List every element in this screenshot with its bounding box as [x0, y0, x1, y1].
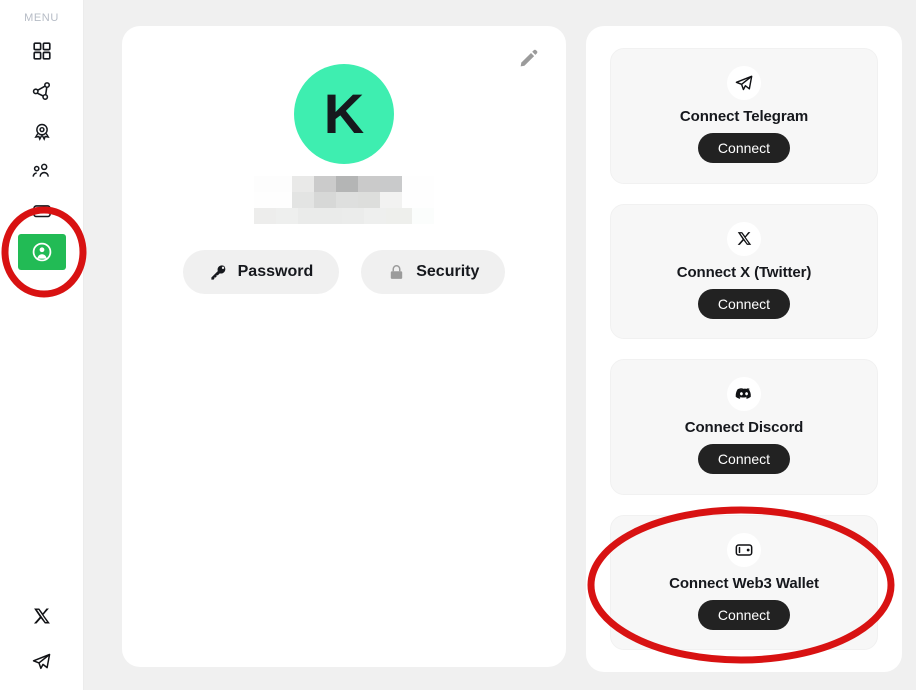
username-redacted	[254, 176, 434, 234]
redaction-row	[254, 192, 434, 208]
profile-card: K Password Security	[122, 26, 566, 667]
password-button-label: Password	[237, 263, 314, 280]
redaction-row	[254, 208, 434, 224]
redaction-block	[314, 192, 336, 208]
redaction-block	[254, 176, 292, 192]
x-twitter-icon	[32, 606, 52, 631]
user-circle-icon	[31, 241, 53, 263]
security-button-label: Security	[416, 263, 480, 280]
redaction-block	[254, 208, 276, 224]
redaction-block	[358, 192, 380, 208]
wallet-icon	[727, 532, 761, 567]
share-network-icon	[31, 80, 53, 102]
x-twitter-icon	[727, 221, 761, 256]
grid-apps-icon	[31, 40, 53, 62]
redaction-block	[254, 192, 292, 208]
redaction-block	[386, 208, 412, 224]
connect-card-title: Connect Telegram	[679, 108, 809, 126]
redaction-block	[342, 208, 364, 224]
sidebar-social-links	[0, 602, 83, 690]
redaction-block	[358, 176, 380, 192]
award-badge-icon	[31, 120, 53, 142]
redaction-block	[336, 192, 358, 208]
connect-card-web3-wallet[interactable]: Connect Web3 Wallet Connect	[610, 514, 878, 650]
sidebar-item-referrals[interactable]	[18, 154, 66, 188]
redaction-block	[292, 192, 314, 208]
redaction-block	[402, 176, 434, 192]
edit-profile-button[interactable]	[514, 44, 544, 74]
connect-card-telegram[interactable]: Connect Telegram Connect	[610, 48, 878, 184]
menu-label: MENU	[24, 12, 59, 24]
connect-discord-button[interactable]: Connect	[697, 444, 791, 475]
redaction-block	[364, 208, 386, 224]
redaction-block	[292, 176, 314, 192]
avatar: K	[294, 64, 394, 164]
sidebar-item-network[interactable]	[18, 74, 66, 108]
users-group-icon	[30, 160, 53, 183]
sidebar-social-twitter-x[interactable]	[22, 602, 62, 634]
key-icon	[209, 263, 228, 282]
redaction-block	[380, 176, 402, 192]
redaction-block	[380, 192, 402, 208]
connect-card-title: Connect X (Twitter)	[676, 263, 812, 281]
avatar-wrap: K	[122, 64, 566, 164]
redaction-block	[412, 208, 434, 224]
sidebar-item-dashboard[interactable]	[18, 34, 66, 68]
redaction-block	[336, 176, 358, 192]
connect-card-title: Connect Web3 Wallet	[669, 574, 819, 592]
redaction-block	[402, 192, 434, 208]
redaction-block	[314, 176, 336, 192]
security-button[interactable]: Security	[361, 250, 506, 294]
password-button[interactable]: Password	[182, 250, 340, 294]
redaction-block	[276, 208, 298, 224]
sidebar-social-telegram[interactable]	[22, 648, 62, 680]
connect-card-title: Connect Discord	[684, 419, 804, 437]
wallet-icon	[31, 200, 53, 222]
sidebar-item-profile[interactable]	[17, 234, 66, 270]
redaction-row	[254, 176, 434, 192]
connect-card-discord[interactable]: Connect Discord Connect	[610, 359, 878, 495]
redaction-block	[298, 208, 342, 224]
connect-web3-wallet-button[interactable]: Connect	[697, 599, 791, 630]
main-content: K Password Security Connect Telegram Con…	[84, 0, 916, 690]
pencil-edit-icon	[518, 47, 540, 72]
connect-twitter-x-button[interactable]: Connect	[697, 288, 791, 319]
app-root: MENU K Password Security Connect Telegra…	[0, 0, 916, 690]
discord-icon	[727, 377, 761, 412]
sidebar-nav	[0, 34, 83, 270]
sidebar: MENU	[0, 0, 84, 690]
profile-actions: Password Security	[122, 250, 566, 294]
telegram-icon	[31, 651, 52, 677]
connections-panel: Connect Telegram Connect Connect X (Twit…	[586, 26, 902, 672]
lock-icon	[387, 263, 406, 282]
telegram-icon	[727, 66, 761, 101]
sidebar-item-wallet[interactable]	[18, 194, 66, 228]
sidebar-item-rewards[interactable]	[18, 114, 66, 148]
connect-card-twitter-x[interactable]: Connect X (Twitter) Connect	[610, 203, 878, 339]
connect-telegram-button[interactable]: Connect	[697, 133, 791, 164]
